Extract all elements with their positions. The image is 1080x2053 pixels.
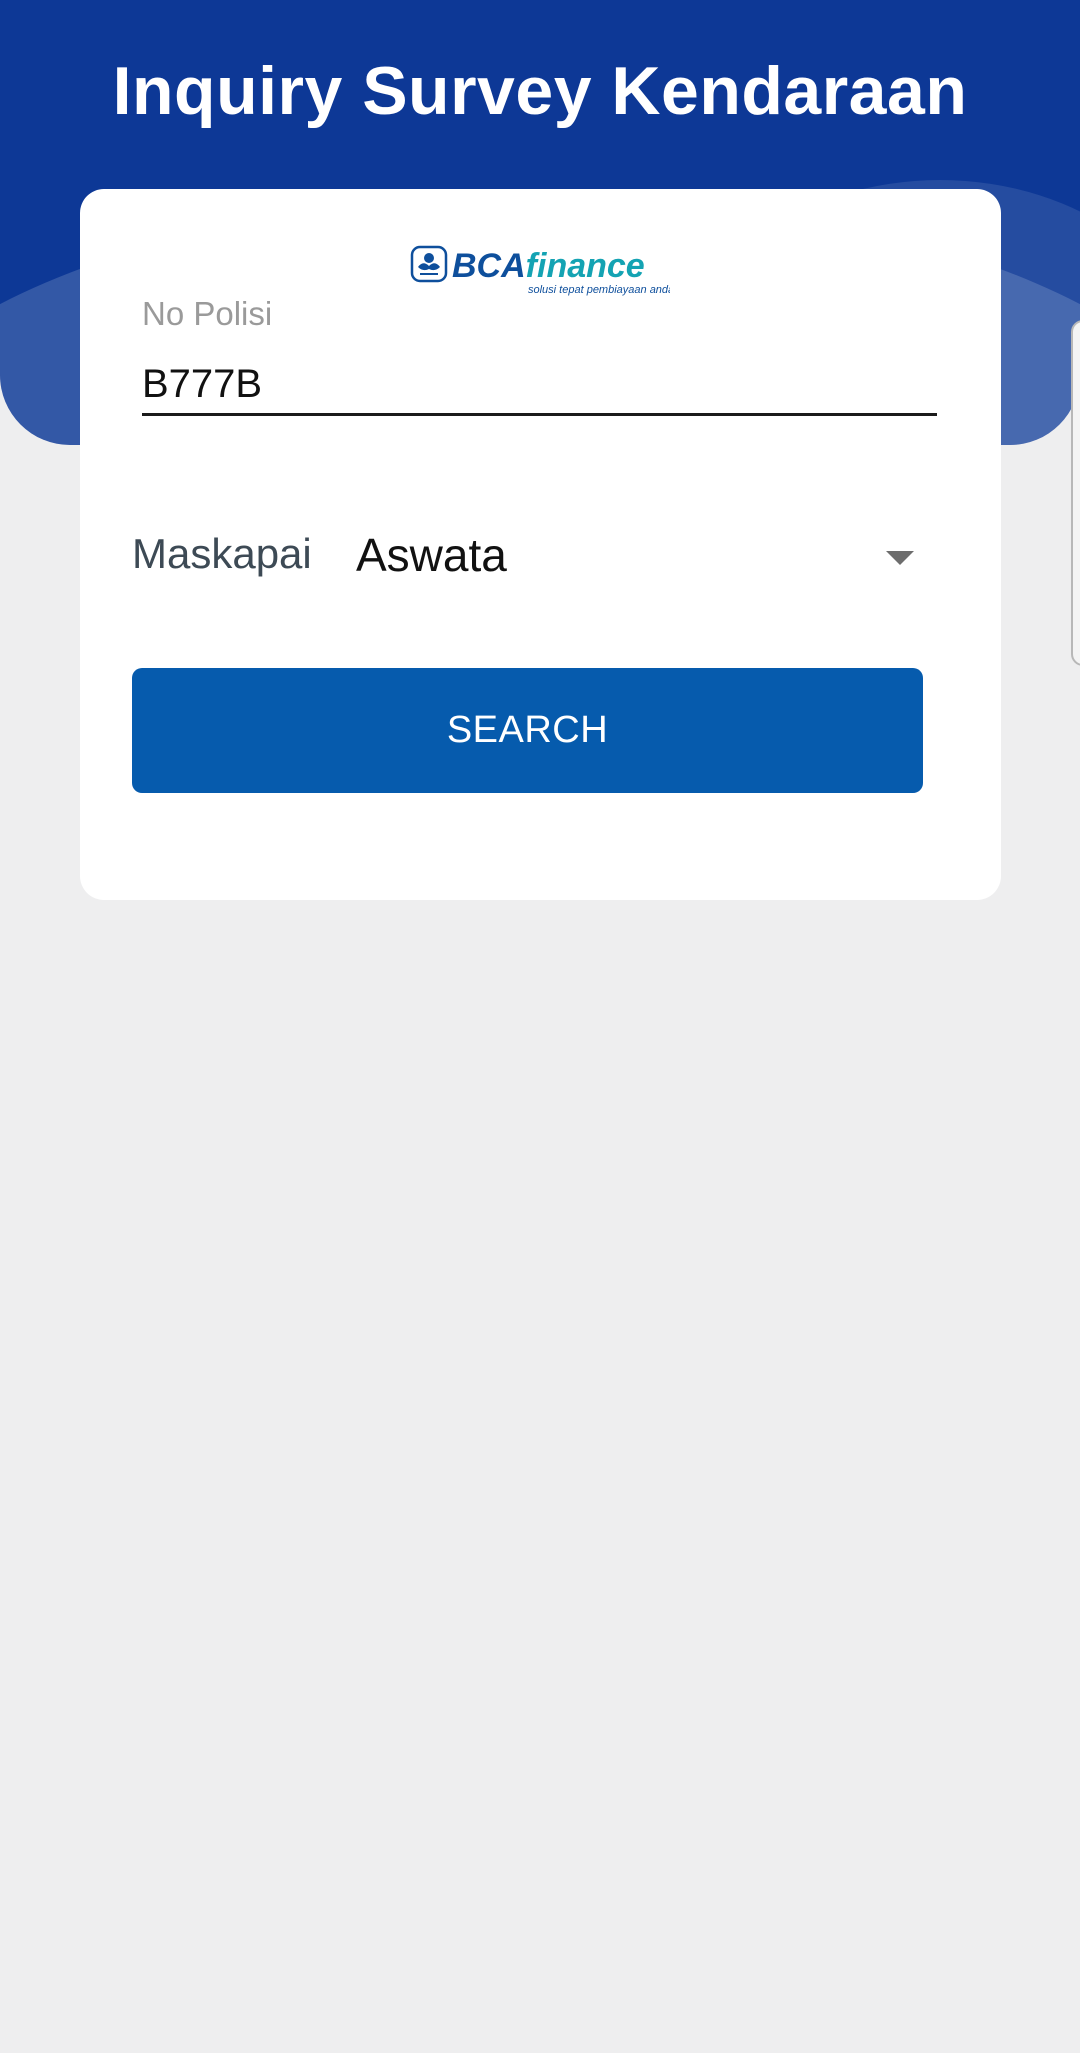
page-title: Inquiry Survey Kendaraan: [112, 53, 968, 129]
maskapai-selected-value: Aswata: [356, 529, 507, 581]
chevron-down-icon: [886, 551, 914, 565]
maskapai-label: Maskapai: [132, 530, 312, 577]
maskapai-dropdown[interactable]: Aswata: [356, 509, 946, 605]
side-panel-handle[interactable]: [1071, 320, 1080, 666]
bca-finance-logo: BCAfinance solusi tepat pembiayaan anda: [410, 245, 670, 296]
search-button[interactable]: SEARCH: [132, 668, 923, 793]
logo-brand-bold: BCA: [452, 247, 526, 285]
svg-text:BCAfinance: BCAfinance: [452, 247, 645, 285]
search-form-card: BCAfinance solusi tepat pembiayaan anda …: [80, 189, 1001, 900]
no-polisi-label: No Polisi: [142, 295, 273, 332]
logo-tagline: solusi tepat pembiayaan anda: [528, 284, 670, 296]
logo-brand-light: finance: [526, 247, 645, 285]
no-polisi-input[interactable]: [142, 355, 937, 416]
